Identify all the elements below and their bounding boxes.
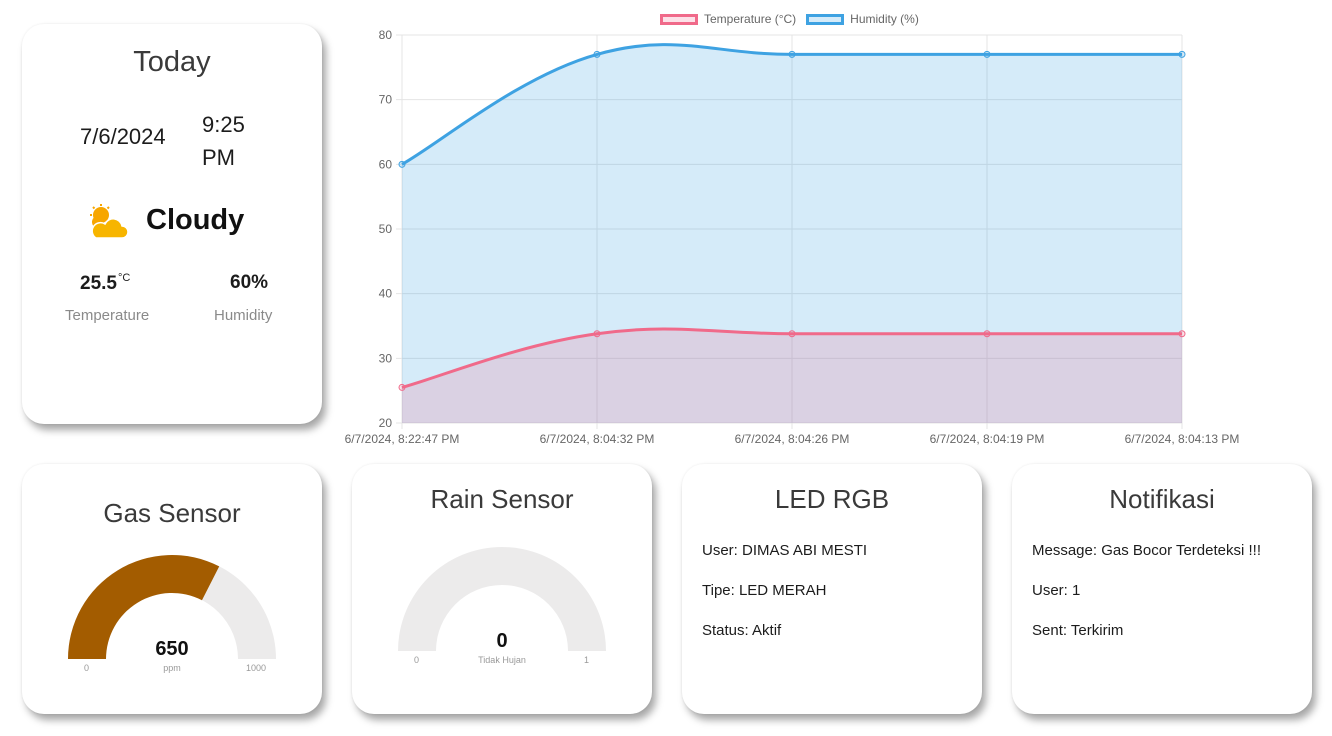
rain-sensor-title: Rain Sensor bbox=[430, 484, 574, 514]
x-tick-label: 6/7/2024, 8:04:19 PM bbox=[930, 432, 1045, 446]
data-point[interactable] bbox=[1178, 50, 1186, 58]
gas-unit: ppm bbox=[163, 663, 181, 673]
y-tick-label: 30 bbox=[379, 351, 393, 365]
led-rgb-title: LED RGB bbox=[774, 484, 890, 514]
x-tick-label: 6/7/2024, 8:04:26 PM bbox=[735, 432, 850, 446]
today-date: 7/6/2024 bbox=[80, 124, 166, 149]
data-point[interactable] bbox=[788, 50, 796, 58]
gas-max-label: 1000 bbox=[246, 663, 267, 673]
rain-min-label: 0 bbox=[414, 655, 420, 665]
x-tick-label: 6/7/2024, 8:04:32 PM bbox=[540, 432, 655, 446]
data-point[interactable] bbox=[983, 330, 991, 338]
data-point[interactable] bbox=[983, 50, 991, 58]
gas-sensor-card: Gas Sensor 650 ppm 0 1000 bbox=[22, 464, 322, 714]
cloudy-sun-icon bbox=[90, 204, 129, 239]
led-rgb-card: LED RGB User: DIMAS ABI MESTI Tipe: LED … bbox=[682, 464, 982, 714]
humidity-value: 60% bbox=[230, 272, 269, 293]
humidity-label: Humidity bbox=[214, 307, 273, 324]
data-point[interactable] bbox=[1178, 330, 1186, 338]
today-title: Today bbox=[133, 46, 211, 78]
data-point[interactable] bbox=[788, 330, 796, 338]
data-point[interactable] bbox=[398, 160, 406, 168]
data-point[interactable] bbox=[593, 330, 601, 338]
rain-value: 0 bbox=[496, 630, 508, 652]
notification-message: Message: Gas Bocor Terdeteksi !!! bbox=[1032, 542, 1261, 559]
rain-max-label: 1 bbox=[584, 655, 590, 665]
notification-title: Notifikasi bbox=[1109, 484, 1215, 514]
rain-sensor-card: Rain Sensor 0 Tidak Hujan 0 1 bbox=[352, 464, 652, 714]
gas-sensor-title: Gas Sensor bbox=[103, 498, 241, 528]
y-tick-label: 60 bbox=[379, 157, 393, 171]
y-tick-label: 70 bbox=[379, 93, 393, 107]
led-user: User: DIMAS ABI MESTI bbox=[702, 542, 868, 559]
x-tick-label: 6/7/2024, 8:22:47 PM bbox=[345, 432, 460, 446]
sensor-history-chart: Temperature (°C) Humidity (%) 20 30 40 50 60 7… bbox=[340, 4, 1260, 452]
y-tick-label: 80 bbox=[379, 28, 393, 42]
x-tick-label: 6/7/2024, 8:04:13 PM bbox=[1125, 432, 1240, 446]
today-weather-card: Today 7/6/2024 9:25 PM Cloudy 25.5°C 60%… bbox=[22, 24, 322, 424]
led-type: Tipe: LED MERAH bbox=[702, 582, 827, 599]
rain-unit: Tidak Hujan bbox=[478, 655, 526, 665]
y-tick-label: 20 bbox=[379, 416, 393, 430]
temperature-value: 25.5°C bbox=[80, 272, 131, 294]
notification-card: Notifikasi Message: Gas Bocor Terdeteksi… bbox=[1012, 464, 1312, 714]
weather-condition: Cloudy bbox=[146, 204, 245, 236]
notification-user: User: 1 bbox=[1032, 582, 1081, 599]
gas-value: 650 bbox=[155, 638, 189, 660]
data-point[interactable] bbox=[398, 383, 406, 391]
y-tick-label: 40 bbox=[379, 287, 393, 301]
notification-sent: Sent: Terkirim bbox=[1032, 622, 1124, 639]
today-time: 9:25 PM bbox=[202, 112, 245, 170]
y-tick-label: 50 bbox=[379, 222, 393, 236]
temperature-unit: °C bbox=[117, 272, 131, 284]
temperature-label: Temperature bbox=[65, 307, 150, 324]
data-point[interactable] bbox=[593, 50, 601, 58]
chart-canvas: 20 30 40 50 60 70 80 6/7/2024, 8:22:47 PM 6/7/20… bbox=[345, 28, 1240, 446]
led-status: Status: Aktif bbox=[702, 622, 782, 639]
gas-min-label: 0 bbox=[84, 663, 90, 673]
